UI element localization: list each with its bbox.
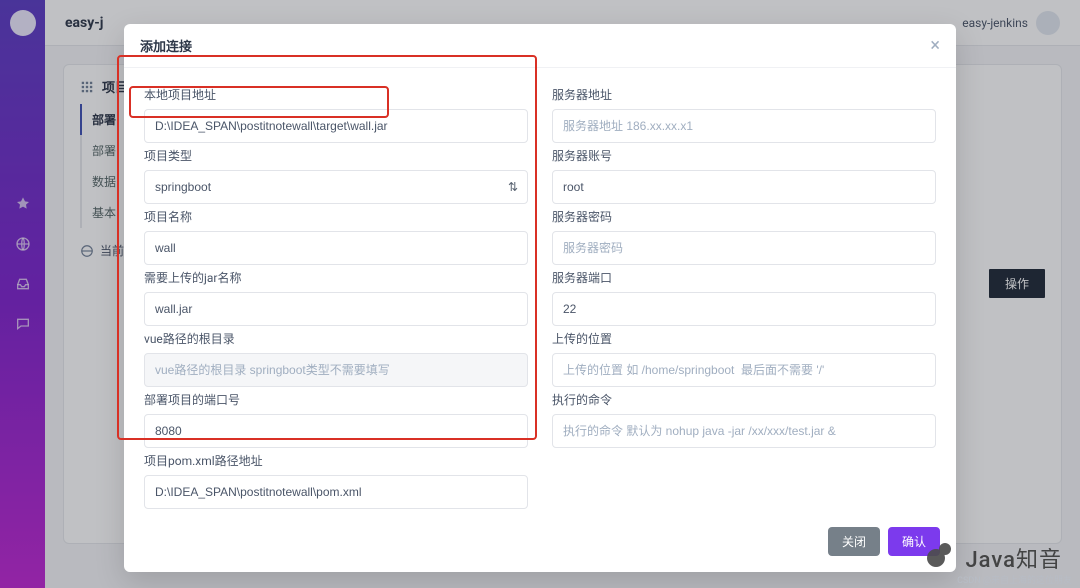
server-addr-label: 服务器地址 [552, 86, 936, 103]
project-type-select-wrap: ⇅ [144, 170, 528, 204]
modal-footer: 关闭 确认 [124, 517, 956, 572]
chevron-updown-icon: ⇅ [508, 180, 518, 194]
modal-right-col: 服务器地址 服务器账号 服务器密码 服务器端口 上传的位置 执行的命令 [552, 82, 936, 509]
local-path-input[interactable] [144, 109, 528, 143]
upload-pos-label: 上传的位置 [552, 330, 936, 347]
deploy-port-label: 部署项目的端口号 [144, 391, 528, 408]
pom-path-input[interactable] [144, 475, 528, 509]
server-pass-input[interactable] [552, 231, 936, 265]
vue-root-label: vue路径的根目录 [144, 330, 528, 347]
server-port-label: 服务器端口 [552, 269, 936, 286]
project-name-label: 项目名称 [144, 208, 528, 225]
close-button[interactable]: 关闭 [828, 527, 880, 556]
jar-name-label: 需要上传的jar名称 [144, 269, 528, 286]
watermark-text: Java知音 [965, 542, 1062, 574]
modal-title: 添加连接 [140, 36, 192, 55]
server-user-input[interactable] [552, 170, 936, 204]
exec-cmd-label: 执行的命令 [552, 391, 936, 408]
deploy-port-input[interactable] [144, 414, 528, 448]
modal-header: 添加连接 × [124, 24, 956, 68]
modal-body: 本地项目地址 项目类型 ⇅ 项目名称 需要上传的jar名称 vue路径的根目录 … [124, 68, 956, 517]
upload-pos-input[interactable] [552, 353, 936, 387]
exec-cmd-input[interactable] [552, 414, 936, 448]
server-port-input[interactable] [552, 292, 936, 326]
watermark: Java知音 [927, 542, 1062, 574]
credit-text: CSDN @来自上海的这位朋友 [957, 573, 1072, 586]
close-icon[interactable]: × [930, 37, 940, 55]
add-connection-modal: 添加连接 × 本地项目地址 项目类型 ⇅ 项目名称 需要上传的jar名称 vue… [124, 24, 956, 572]
server-pass-label: 服务器密码 [552, 208, 936, 225]
project-name-input[interactable] [144, 231, 528, 265]
project-type-label: 项目类型 [144, 147, 528, 164]
vue-root-input[interactable] [144, 353, 528, 387]
pom-path-label: 项目pom.xml路径地址 [144, 452, 528, 469]
server-addr-input[interactable] [552, 109, 936, 143]
project-type-select[interactable] [144, 170, 528, 204]
wechat-logo-icon [927, 543, 957, 573]
server-user-label: 服务器账号 [552, 147, 936, 164]
modal-left-col: 本地项目地址 项目类型 ⇅ 项目名称 需要上传的jar名称 vue路径的根目录 … [144, 82, 528, 509]
jar-name-input[interactable] [144, 292, 528, 326]
local-path-label: 本地项目地址 [144, 86, 528, 103]
